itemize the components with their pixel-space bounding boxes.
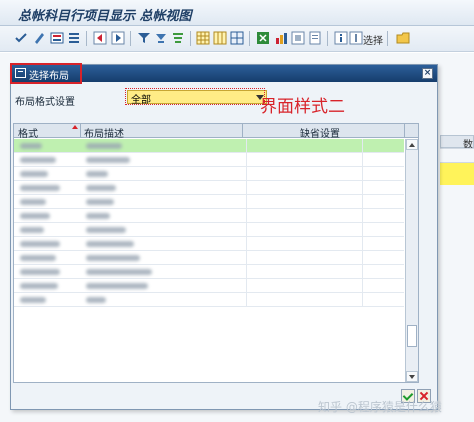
table-row[interactable] (14, 237, 404, 251)
table-row[interactable] (14, 209, 404, 223)
table-row[interactable] (14, 167, 404, 181)
obscured-description-cell (86, 213, 110, 219)
obscured-format-cell (20, 143, 42, 149)
choose-layout-dialog: 选择布局 × 布局格式设置 全部 格式 布局描述 缺省设置 (10, 64, 438, 410)
table-row[interactable] (14, 223, 404, 237)
obscured-description-cell (86, 297, 106, 303)
window-title: 总帐科目行项目显示 总帐视图 (18, 9, 192, 24)
layout-setting-label: 布局格式设置 (15, 97, 75, 108)
table-row[interactable] (14, 181, 404, 195)
obscured-format-cell (20, 297, 46, 303)
watermark: 知乎 @程序猿是什么猿 (318, 400, 442, 414)
export-icon[interactable] (256, 31, 270, 45)
obscured-format-cell (20, 157, 56, 163)
obscured-description-cell (86, 255, 140, 261)
column-header-default[interactable]: 缺省设置 (300, 125, 340, 140)
scroll-down-icon[interactable] (406, 371, 418, 382)
obscured-format-cell (20, 227, 44, 233)
sort-indicator-icon (72, 125, 78, 129)
list-icon[interactable] (67, 31, 81, 45)
obscured-description-cell (86, 171, 108, 177)
page-icon[interactable] (308, 31, 322, 45)
table-row[interactable] (14, 195, 404, 209)
vertical-scrollbar[interactable] (405, 139, 418, 382)
previous-icon[interactable] (93, 31, 107, 45)
next-icon[interactable] (111, 31, 125, 45)
graphic-icon[interactable] (274, 31, 288, 45)
folder-icon[interactable] (396, 31, 410, 45)
select-icon[interactable] (349, 31, 363, 45)
table-row[interactable] (14, 153, 404, 167)
table-row[interactable] (14, 139, 404, 153)
edit-icon[interactable] (32, 31, 46, 45)
background-grid-header: 数 (440, 135, 474, 151)
obscured-description-cell (86, 283, 148, 289)
column-header-description[interactable]: 布局描述 (84, 125, 124, 140)
window-titlebar: 总帐科目行项目显示 总帐视图 (0, 0, 474, 26)
scroll-thumb[interactable] (407, 325, 417, 347)
column-header-format[interactable]: 格式 (18, 125, 38, 140)
layout-icon[interactable] (196, 31, 210, 45)
detail-icon[interactable] (50, 31, 64, 45)
application-toolbar: 选择 (0, 26, 474, 52)
obscured-description-cell (86, 157, 130, 163)
obscured-format-cell (20, 269, 60, 275)
obscured-description-cell (86, 143, 122, 149)
table-row[interactable] (14, 279, 404, 293)
obscured-format-cell (20, 213, 50, 219)
grid-icon[interactable] (230, 31, 244, 45)
table-row[interactable] (14, 293, 404, 307)
obscured-format-cell (20, 255, 56, 261)
layout-table: 格式 布局描述 缺省设置 (13, 123, 419, 383)
sort-desc-icon[interactable] (171, 31, 185, 45)
obscured-description-cell (86, 185, 116, 191)
check-icon[interactable] (14, 31, 28, 45)
info-icon[interactable] (334, 31, 348, 45)
obscured-format-cell (20, 241, 60, 247)
obscured-format-cell (20, 171, 48, 177)
obscured-description-cell (86, 199, 114, 205)
columns-icon[interactable] (213, 31, 227, 45)
background-grid-selected-row (440, 163, 474, 185)
highlight-dialog-title (10, 63, 82, 84)
annotation-label: 界面样式二 (260, 97, 345, 117)
obscured-format-cell (20, 185, 60, 191)
filter-icon[interactable] (137, 31, 151, 45)
obscured-description-cell (86, 269, 152, 275)
obscured-description-cell (86, 241, 134, 247)
table-header: 格式 布局描述 缺省设置 (14, 124, 418, 140)
scroll-up-icon[interactable] (406, 139, 418, 150)
obscured-format-cell (20, 283, 58, 289)
table-row[interactable] (14, 251, 404, 265)
select-button-label[interactable]: 选择 (363, 32, 383, 47)
table-row[interactable] (14, 265, 404, 279)
sort-asc-icon[interactable] (154, 31, 168, 45)
obscured-format-cell (20, 199, 46, 205)
print-icon[interactable] (291, 31, 305, 45)
highlight-layout-field (125, 88, 265, 105)
close-icon[interactable]: × (422, 68, 433, 79)
obscured-description-cell (86, 227, 126, 233)
